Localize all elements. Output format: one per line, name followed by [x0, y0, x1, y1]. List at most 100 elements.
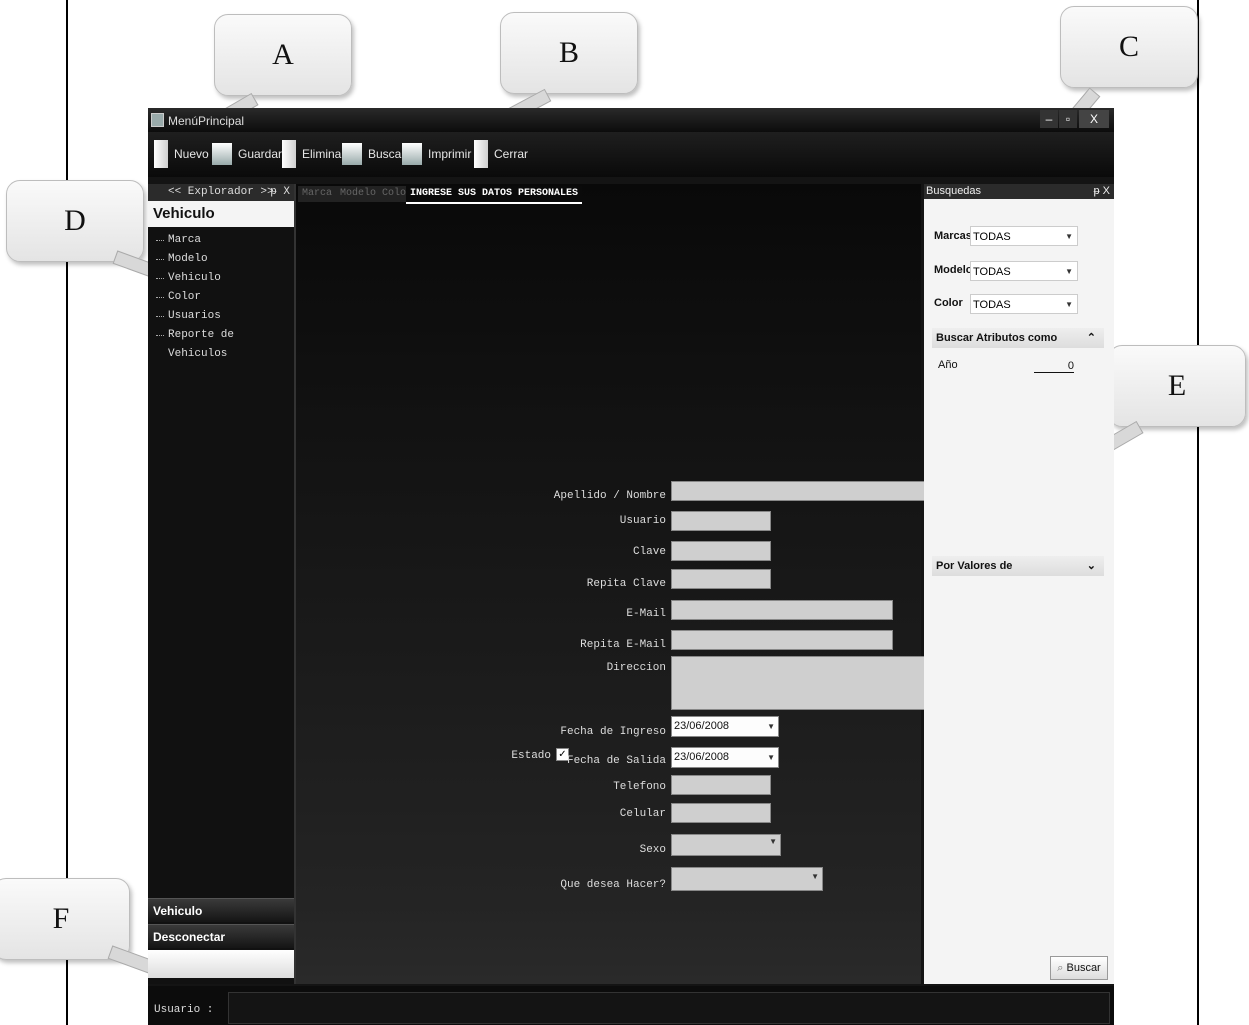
busquedas-pin-close[interactable]: ᵽ X [1093, 184, 1110, 199]
minimize-button[interactable]: – [1040, 110, 1058, 128]
maximize-button[interactable]: ▫ [1059, 110, 1077, 128]
label-anio: Año [938, 359, 958, 371]
form-area: Marca Modelo Color INGRESE SUS DATOS PER… [296, 184, 939, 984]
busquedas-title: Busquedas [926, 185, 982, 197]
telefono-input[interactable] [671, 775, 771, 795]
tree-item-modelo[interactable]: Modelo [148, 250, 294, 269]
color-select[interactable]: TODAS ▼ [970, 294, 1078, 314]
direccion-textarea[interactable] [671, 656, 939, 710]
callout-e: E [1108, 345, 1246, 427]
callout-c: C [1060, 6, 1198, 88]
nav-desconectar-button[interactable]: Desconectar [148, 924, 294, 948]
explorer-panel: << Explorador >> ᵽ X Vehiculo Marca Mode… [148, 184, 296, 984]
repita-email-input[interactable] [671, 630, 893, 650]
imprimir-label: Imprimir [428, 147, 472, 161]
chevron-down-icon: ▼ [1065, 267, 1073, 276]
marcas-value: TODAS [973, 231, 1011, 243]
close-button[interactable]: X [1079, 110, 1109, 128]
search-icon [342, 143, 362, 165]
usuario-input[interactable] [671, 511, 771, 531]
main-window: MenúPrincipal – ▫ X Nuevo Guardar Elimin… [148, 108, 1114, 1025]
app-icon [151, 113, 164, 127]
atributos-label: Buscar Atributos como [936, 332, 1058, 344]
tab-marca[interactable]: Marca [298, 186, 337, 202]
fecha-ingreso-picker[interactable]: 23/06/2008 ▼ [671, 716, 779, 737]
tab-modelo[interactable]: Modelo [336, 186, 381, 202]
label-repita-clave: Repita Clave [586, 578, 666, 590]
explorer-pin-close[interactable]: ᵽ X [270, 184, 290, 201]
buscar-button[interactable]: Buscar [342, 140, 405, 168]
tree-item-color[interactable]: Color [148, 288, 294, 307]
sexo-select[interactable]: ▼ [671, 834, 781, 856]
tree-item-reporte[interactable]: Reporte de Vehiculos [148, 326, 294, 360]
save-icon [212, 143, 232, 165]
tree-item-usuarios[interactable]: Usuarios [148, 307, 294, 326]
usuario-status-label: Usuario : [154, 1004, 214, 1016]
anio-input[interactable]: 0 [1034, 360, 1074, 373]
nuevo-button[interactable]: Nuevo [154, 140, 209, 168]
eliminar-button[interactable]: Eliminar [282, 140, 345, 168]
chevron-down-icon: ▼ [1065, 232, 1073, 241]
que-hacer-select[interactable]: ▼ [671, 867, 823, 891]
fecha-salida-picker[interactable]: 23/06/2008 ▼ [671, 747, 779, 768]
marcas-select[interactable]: TODAS ▼ [970, 226, 1078, 246]
window-title: MenúPrincipal [168, 114, 245, 128]
email-input[interactable] [671, 600, 893, 620]
label-fecha-salida: Fecha de Salida [566, 755, 666, 767]
label-celular: Celular [619, 808, 666, 820]
fecha-salida-value: 23/06/2008 [674, 751, 730, 763]
callout-b: B [500, 12, 638, 94]
celular-input[interactable] [671, 803, 771, 823]
callout-a: A [214, 14, 352, 96]
color-value: TODAS [973, 299, 1011, 311]
label-sexo: Sexo [639, 844, 666, 856]
callout-d: D [6, 180, 144, 262]
atributos-section-header[interactable]: Buscar Atributos como ⌃ [932, 328, 1104, 348]
label-usuario: Usuario [619, 515, 666, 527]
apellido-input[interactable] [671, 481, 939, 501]
cerrar-label: Cerrar [494, 147, 529, 161]
print-icon [402, 143, 422, 165]
nav-overflow-button[interactable] [148, 950, 294, 978]
clave-input[interactable] [671, 541, 771, 561]
modelo-select[interactable]: TODAS ▼ [970, 261, 1078, 281]
tree-item-vehiculo[interactable]: Vehiculo [148, 269, 294, 288]
chevron-down-icon: ▼ [811, 872, 819, 881]
repita-clave-input[interactable] [671, 569, 771, 589]
explorer-title: Vehiculo [148, 201, 294, 227]
guardar-button[interactable]: Guardar [212, 140, 282, 168]
fecha-ingreso-value: 23/06/2008 [674, 720, 730, 732]
label-que-hacer: Que desea Hacer? [560, 879, 666, 891]
buscar-search-label: Buscar [1066, 962, 1101, 974]
tab-datos-personales[interactable]: INGRESE SUS DATOS PERSONALES [406, 186, 583, 204]
label-clave: Clave [632, 546, 666, 558]
title-bar: MenúPrincipal – ▫ X [148, 108, 1114, 132]
explorer-header: << Explorador >> ᵽ X [148, 184, 294, 201]
buscar-label: Buscar [368, 147, 406, 161]
usuario-status-box [228, 992, 1110, 1024]
explorer-toggle[interactable]: << Explorador >> [168, 184, 274, 201]
busquedas-panel: Busquedas ᵽ X Marcas TODAS ▼ Modelo TODA… [924, 184, 1114, 984]
label-direccion: Direccion [606, 662, 666, 674]
buscar-search-button[interactable]: ⌕ Buscar [1050, 956, 1108, 980]
toolbar: Nuevo Guardar Eliminar Buscar Imprimir C… [148, 132, 1114, 177]
label-repita-email: Repita E-Mail [580, 639, 666, 651]
nav-vehiculo-button[interactable]: Vehiculo [148, 898, 294, 922]
chevron-down-icon: ▼ [769, 837, 777, 846]
valores-section-header[interactable]: Por Valores de ⌄ [932, 556, 1104, 576]
close-document-icon [474, 140, 488, 168]
cerrar-button[interactable]: Cerrar [474, 140, 528, 168]
explorer-tree: Marca Modelo Vehiculo Color Usuarios Rep… [148, 227, 294, 360]
status-bar: Usuario : [148, 986, 1114, 1025]
chevron-down-icon: ▼ [1065, 300, 1073, 309]
guardar-label: Guardar [238, 147, 283, 161]
anio-value: 0 [1067, 360, 1074, 372]
tree-item-marca[interactable]: Marca [148, 231, 294, 250]
chevron-down-icon: ▼ [767, 753, 775, 762]
label-apellido: Apellido / Nombre [553, 490, 666, 502]
delete-icon [282, 140, 296, 168]
label-email: E-Mail [626, 608, 666, 620]
imprimir-button[interactable]: Imprimir [402, 140, 471, 168]
chevron-up-icon: ⌃ [1086, 332, 1096, 344]
label-marcas: Marcas [934, 230, 972, 242]
